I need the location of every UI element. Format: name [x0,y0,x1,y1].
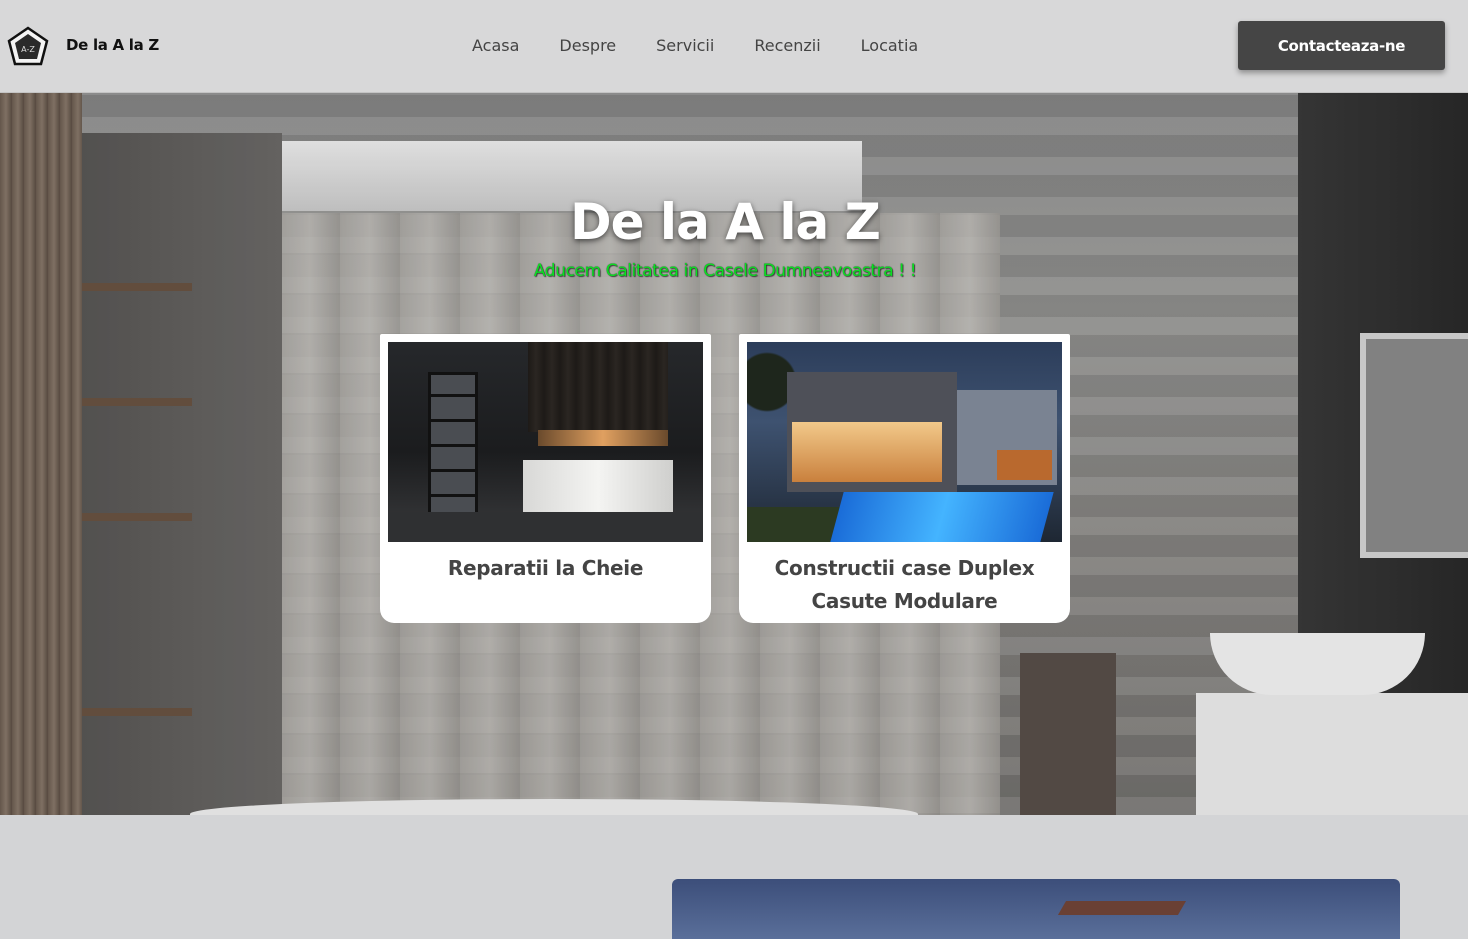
brand-name[interactable]: De la A la Z [66,36,159,54]
nav-acasa[interactable]: Acasa [472,36,519,55]
nav-despre[interactable]: Despre [559,36,616,55]
hero-section: De la A la Z Aducem Calitatea in Casele … [0,93,1468,815]
service-card-reparatii[interactable]: Reparatii la Cheie [380,334,711,623]
nav-servicii[interactable]: Servicii [656,36,714,55]
service-card-constructii[interactable]: Constructii case Duplex Casute Modulare [739,334,1070,623]
nav-recenzii[interactable]: Recenzii [754,36,820,55]
main-nav: Acasa Despre Servicii Recenzii Locatia [472,36,918,55]
about-section-image [672,879,1400,939]
service-card-title: Reparatii la Cheie [447,556,644,580]
nav-locatia[interactable]: Locatia [861,36,919,55]
site-header: A-Z De la A la Z Acasa Despre Servicii R… [0,0,1468,93]
service-card-title: Constructii case Duplex Casute Modulare [747,552,1062,618]
service-card-title-line2: Casute Modulare [811,589,998,613]
service-image-bathroom [388,342,703,542]
logo-icon[interactable]: A-Z [7,26,49,66]
hero-title: De la A la Z [570,193,881,251]
hero-subtitle: Aducem Calitatea in Casele Dumneavoastra… [533,261,917,281]
service-image-house [747,342,1062,542]
svg-text:A-Z: A-Z [21,45,35,54]
contact-button[interactable]: Contacteaza-ne [1238,21,1445,70]
service-card-title-line1: Constructii case Duplex [774,556,1035,580]
